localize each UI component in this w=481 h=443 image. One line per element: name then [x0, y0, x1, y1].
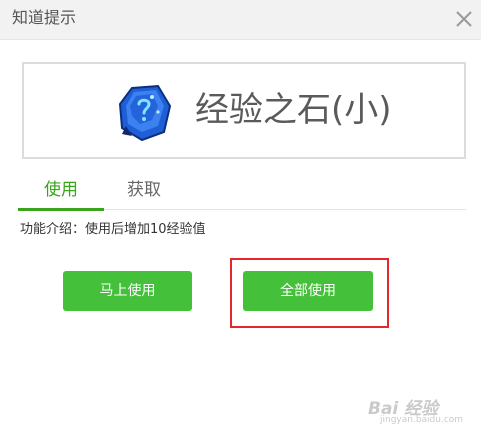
dialog-title: 知道提示	[12, 8, 77, 27]
highlight-annotation	[230, 258, 389, 328]
tab-bar: 使用 获取	[18, 176, 466, 211]
dialog-titlebar: 知道提示	[0, 0, 481, 40]
tab-obtain[interactable]: 获取	[104, 176, 184, 210]
experience-stone-icon	[118, 84, 172, 142]
item-description: 功能介绍：使用后增加10经验值	[20, 222, 206, 237]
item-card: 经验之石(小)	[22, 62, 466, 159]
watermark: Bai 经验 jingyan.baidu.com	[362, 390, 472, 430]
watermark-sub: jingyan.baidu.com	[380, 415, 464, 425]
use-now-button[interactable]: 马上使用	[63, 271, 192, 311]
tab-use[interactable]: 使用	[18, 176, 104, 211]
close-button[interactable]	[452, 7, 476, 31]
close-icon	[456, 11, 472, 27]
item-name: 经验之石(小)	[195, 90, 392, 130]
